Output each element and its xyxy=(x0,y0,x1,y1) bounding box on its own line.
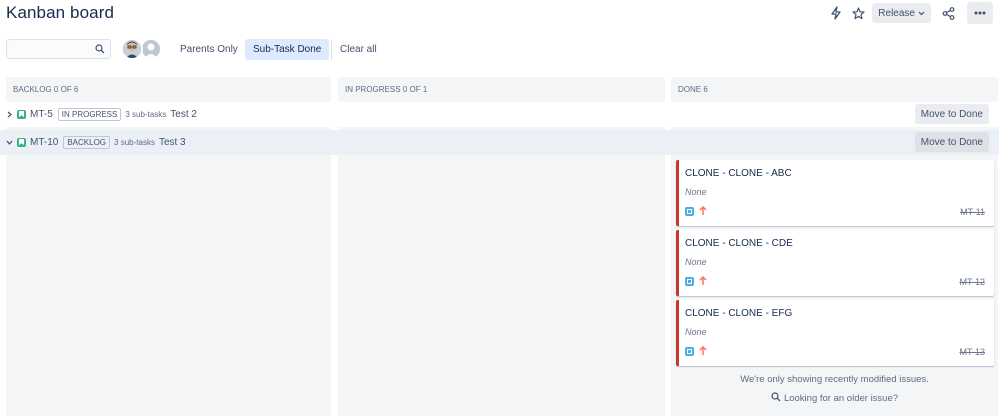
story-icon xyxy=(17,110,26,119)
issue-summary: Test 3 xyxy=(158,137,186,148)
filter-divider xyxy=(331,39,332,60)
release-label: Release xyxy=(878,7,915,19)
search-icon xyxy=(95,44,105,54)
subtask-done-filter[interactable]: Sub-Task Done xyxy=(245,39,330,60)
column-count: 0 of 1 xyxy=(402,85,428,94)
chevron-down-icon xyxy=(918,11,925,15)
search-input[interactable] xyxy=(6,39,111,59)
clear-all-link[interactable]: Clear all xyxy=(340,44,377,55)
column-header-backlog: BACKLOG 0 of 6 xyxy=(13,85,78,94)
column-name: IN PROGRESS xyxy=(345,85,401,94)
avatar[interactable] xyxy=(121,38,143,60)
card-assignee: None xyxy=(685,327,707,337)
priority-high-icon xyxy=(699,276,707,285)
card-title: CLONE - CLONE - CDE xyxy=(685,238,793,249)
status-badge: IN PROGRESS xyxy=(57,108,122,121)
column-body-in-progress xyxy=(338,155,665,416)
issue-card[interactable]: CLONE - CLONE - CDE None MT-12 xyxy=(676,230,994,296)
issue-summary: Test 2 xyxy=(170,109,197,120)
swimlane[interactable]: MT-5 IN PROGRESS 3 sub-tasks Test 2 Move… xyxy=(0,102,999,127)
lightning-icon[interactable] xyxy=(825,2,847,24)
card-key[interactable]: MT-13 xyxy=(959,347,985,357)
card-title: CLONE - CLONE - EFG xyxy=(685,308,793,319)
story-icon xyxy=(17,138,26,147)
parents-only-filter[interactable]: Parents Only xyxy=(172,39,246,60)
issue-key[interactable]: MT-10 xyxy=(30,137,58,148)
older-issue-label: Looking for an older issue? xyxy=(783,393,899,404)
page-title: Kanban board xyxy=(6,3,115,22)
column-header-in-progress: IN PROGRESS 0 of 1 xyxy=(345,85,427,94)
older-issue-link[interactable]: Looking for an older issue? xyxy=(671,392,998,404)
more-icon[interactable] xyxy=(967,2,993,24)
release-button[interactable]: Release xyxy=(872,3,931,23)
avatar-unassigned[interactable] xyxy=(140,38,162,60)
subtask-icon xyxy=(685,276,694,286)
card-title: CLONE - CLONE - ABC xyxy=(685,168,792,179)
column-name: BACKLOG xyxy=(13,85,52,94)
chevron-right-icon[interactable] xyxy=(4,111,14,118)
subtask-icon xyxy=(685,346,694,356)
subtask-icon xyxy=(685,206,694,216)
column-name: DONE xyxy=(678,85,702,94)
move-to-done-button[interactable]: Move to Done xyxy=(914,104,989,124)
priority-high-icon xyxy=(699,346,707,355)
subtask-count: 3 sub-tasks xyxy=(125,110,167,119)
move-to-done-button[interactable]: Move to Done xyxy=(914,132,989,152)
card-assignee: None xyxy=(685,257,707,267)
issue-key[interactable]: MT-5 xyxy=(30,109,53,120)
recent-issues-notice: We're only showing recently modified iss… xyxy=(740,374,929,385)
swimlane[interactable]: MT-10 BACKLOG 3 sub-tasks Test 3 Move to… xyxy=(0,130,999,155)
card-key[interactable]: MT-11 xyxy=(960,207,985,217)
column-count: 6 xyxy=(703,85,708,94)
column-header-done: DONE 6 xyxy=(678,85,708,94)
board-actions: Release xyxy=(825,2,993,24)
issue-card[interactable]: CLONE - CLONE - ABC None MT-11 xyxy=(676,160,994,226)
share-icon[interactable] xyxy=(937,2,959,24)
card-assignee: None xyxy=(685,187,707,197)
priority-high-icon xyxy=(699,206,707,215)
column-body-backlog xyxy=(6,155,331,416)
issue-card[interactable]: CLONE - CLONE - EFG None MT-13 xyxy=(676,300,994,366)
column-count: 0 of 6 xyxy=(53,85,79,94)
chevron-down-icon[interactable] xyxy=(4,140,14,145)
status-badge: BACKLOG xyxy=(63,136,111,149)
star-icon[interactable] xyxy=(847,2,869,24)
search-icon xyxy=(771,392,781,402)
card-key[interactable]: MT-12 xyxy=(959,277,985,287)
subtask-count: 3 sub-tasks xyxy=(114,138,155,147)
